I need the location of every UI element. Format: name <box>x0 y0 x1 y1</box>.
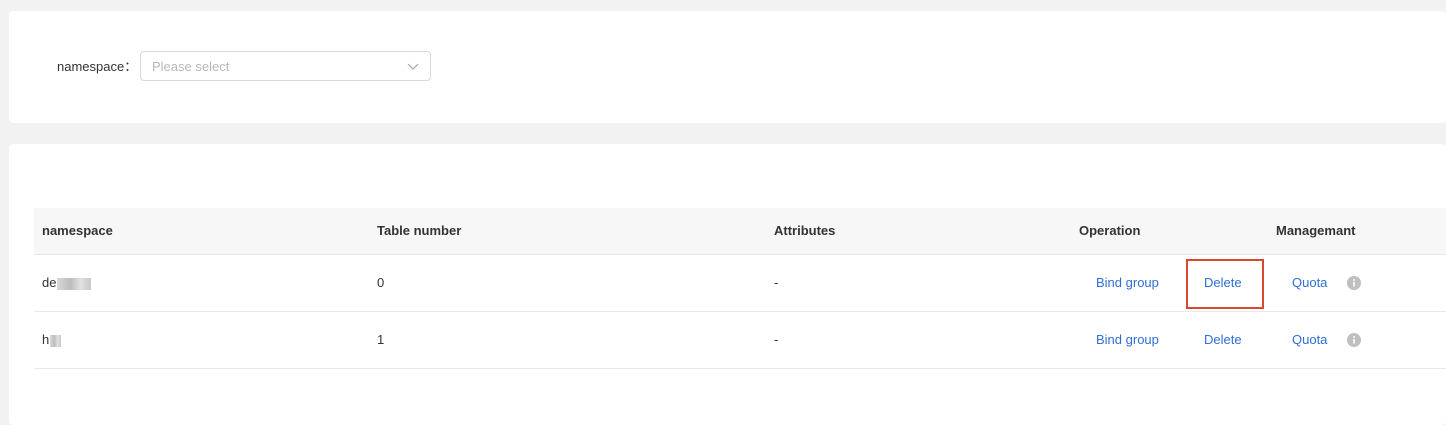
namespace-filter-label: namespace： <box>57 59 138 74</box>
namespace-select[interactable]: Please select <box>140 51 431 81</box>
namespace-cell: h <box>42 332 62 348</box>
table-row: h 1 - Bind group Delete Quota <box>34 312 1446 369</box>
column-header-attributes: Attributes <box>774 223 836 238</box>
column-header-table-number: Table number <box>377 223 462 238</box>
delete-link[interactable]: Delete <box>1204 332 1242 348</box>
info-icon[interactable] <box>1347 333 1361 347</box>
quota-link[interactable]: Quota <box>1292 332 1327 348</box>
column-header-operation: Operation <box>1079 223 1141 238</box>
column-header-management: Managemant <box>1276 223 1356 238</box>
attributes-cell: - <box>774 332 779 347</box>
info-icon[interactable] <box>1347 276 1361 290</box>
namespace-select-placeholder: Please select <box>152 59 230 74</box>
delete-highlight-box <box>1186 259 1264 309</box>
table-number-cell: 0 <box>377 275 385 290</box>
column-header-namespace: namespace <box>42 223 113 238</box>
table-number-cell: 1 <box>377 332 385 347</box>
filter-panel: namespace： Please select <box>9 11 1446 123</box>
namespace-cell: de <box>42 275 92 291</box>
bind-group-link[interactable]: Bind group <box>1096 332 1159 348</box>
bind-group-link[interactable]: Bind group <box>1096 275 1159 291</box>
attributes-cell: - <box>774 275 779 290</box>
namespace-table-panel: namespace Table number Attributes Operat… <box>9 144 1446 425</box>
chevron-down-icon <box>407 63 419 70</box>
table-header: namespace Table number Attributes Operat… <box>34 208 1446 255</box>
quota-link[interactable]: Quota <box>1292 275 1327 291</box>
